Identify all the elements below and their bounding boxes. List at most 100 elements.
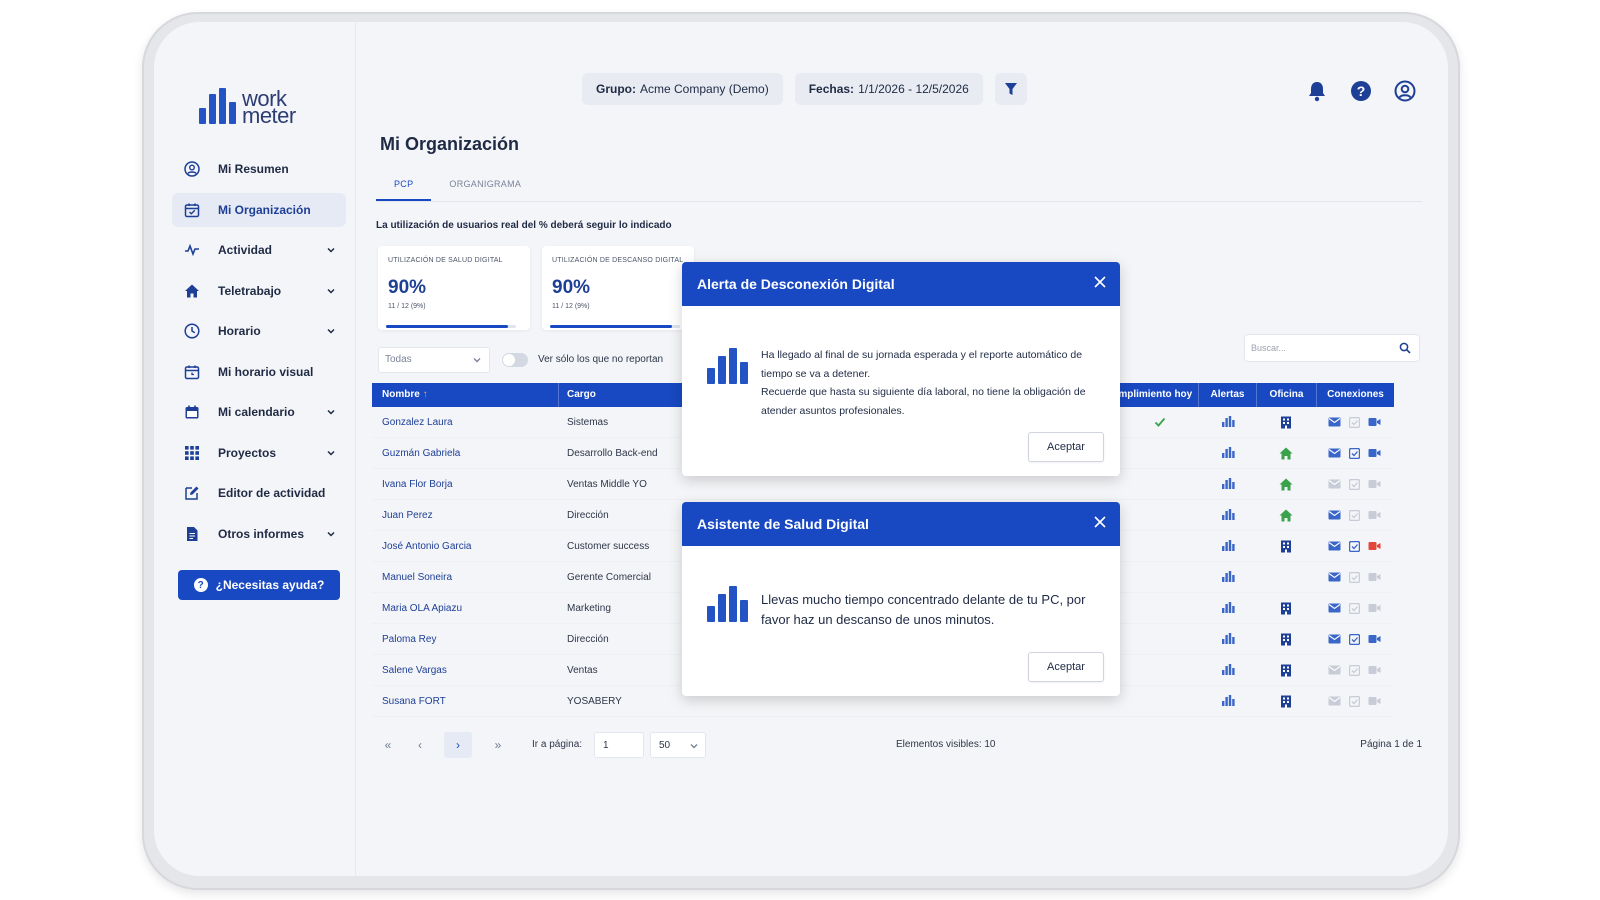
- calendar-check-icon: [184, 202, 200, 218]
- video-connection-icon: [1368, 634, 1381, 647]
- remote-home-icon: [1279, 447, 1293, 463]
- accept-button[interactable]: Aceptar: [1028, 432, 1104, 462]
- status-select[interactable]: Todas: [378, 347, 490, 373]
- sidebar-item-proyectos[interactable]: Proyectos: [172, 436, 346, 470]
- filter-button[interactable]: [994, 73, 1027, 105]
- member-role: Sistemas: [567, 417, 609, 428]
- help-circle-icon[interactable]: ?: [1350, 80, 1372, 102]
- sidebar-item-mi-calendario[interactable]: Mi calendario: [172, 395, 346, 429]
- card-progress-fill: [386, 325, 509, 328]
- sidebar-item-label: Mi calendario: [218, 405, 295, 419]
- check-icon: [1154, 416, 1166, 431]
- bell-icon[interactable]: [1306, 80, 1328, 102]
- goto-page-input[interactable]: 1: [594, 732, 644, 758]
- member-name[interactable]: Paloma Rey: [382, 624, 436, 655]
- close-icon[interactable]: [1094, 516, 1106, 528]
- member-name[interactable]: Ivana Flor Borja: [382, 469, 453, 500]
- email-connection-icon: [1328, 696, 1341, 709]
- sidebar-item-otros-informes[interactable]: Otros informes: [172, 517, 346, 551]
- member-role: Ventas Middle YO: [567, 479, 647, 490]
- dialog-header: Alerta de Desconexión Digital: [682, 262, 1120, 306]
- member-name[interactable]: Maria OLA Apiazu: [382, 593, 462, 624]
- task-connection-icon: [1348, 447, 1361, 462]
- task-connection-icon: [1348, 664, 1361, 679]
- sidebar-item-mi-organizacion[interactable]: Mi Organización: [172, 192, 346, 227]
- member-name[interactable]: Juan Perez: [382, 500, 433, 531]
- sidebar-item-horario[interactable]: Horario: [172, 314, 346, 348]
- alerts-chart-icon[interactable]: [1221, 571, 1235, 586]
- member-role: Ventas: [567, 665, 598, 676]
- col-connections[interactable]: Conexiones: [1316, 383, 1394, 407]
- first-page-button[interactable]: «: [374, 732, 402, 758]
- alerts-chart-icon[interactable]: [1221, 633, 1235, 648]
- goto-page-label: Ir a página:: [532, 739, 583, 750]
- chevron-down-icon: [327, 409, 335, 415]
- activity-icon: [184, 242, 200, 258]
- user-circle-icon: [184, 161, 200, 177]
- app-screen: work meter Mi Resumen Mi Organización Acti…: [154, 22, 1448, 876]
- edit-icon: [184, 485, 200, 501]
- video-connection-icon: [1368, 417, 1381, 430]
- grid-icon: [184, 445, 200, 461]
- card-subtext: 11 / 12 (9%): [388, 303, 426, 310]
- sidebar-item-actividad[interactable]: Actividad: [172, 233, 346, 267]
- header-actions: ?: [1306, 80, 1416, 102]
- member-name[interactable]: Manuel Soneira: [382, 562, 452, 593]
- device-frame: work meter Mi Resumen Mi Organización Acti…: [142, 12, 1460, 890]
- calendar-clock-icon: [184, 364, 200, 380]
- help-button[interactable]: ? ¿Necesitas ayuda?: [178, 570, 340, 600]
- col-role[interactable]: Cargo: [558, 383, 596, 407]
- sidebar-item-mi-resumen[interactable]: Mi Resumen: [172, 152, 346, 186]
- chevron-down-icon: [690, 744, 698, 749]
- alerts-chart-icon[interactable]: [1221, 602, 1235, 617]
- prev-page-button[interactable]: ‹: [406, 732, 434, 758]
- chevron-down-icon: [473, 358, 481, 363]
- group-selector[interactable]: Grupo: Acme Company (Demo): [582, 73, 783, 105]
- email-connection-icon: [1328, 665, 1341, 678]
- sidebar-item-teletrabajo[interactable]: Teletrabajo: [172, 274, 346, 308]
- alerts-chart-icon[interactable]: [1221, 509, 1235, 524]
- alerts-chart-icon[interactable]: [1221, 540, 1235, 555]
- calendar-icon: [184, 404, 200, 420]
- member-name[interactable]: Susana FORT: [382, 686, 446, 717]
- accept-button[interactable]: Aceptar: [1028, 652, 1104, 682]
- alerts-chart-icon[interactable]: [1221, 416, 1235, 431]
- video-connection-icon: [1368, 572, 1381, 585]
- user-account-icon[interactable]: [1394, 80, 1416, 102]
- col-name[interactable]: Nombre ↑: [382, 383, 428, 407]
- close-icon[interactable]: [1094, 276, 1106, 288]
- alerts-chart-icon[interactable]: [1221, 664, 1235, 679]
- sidebar-item-label: Actividad: [218, 243, 273, 257]
- search-input[interactable]: Buscar...: [1244, 334, 1420, 362]
- office-building-icon: [1280, 540, 1292, 556]
- chevron-down-icon: [327, 328, 335, 334]
- tab-organigrama[interactable]: ORGANIGRAMA: [431, 172, 539, 201]
- dialog-title: Asistente de Salud Digital: [697, 516, 869, 532]
- page-of-label: Página 1 de 1: [1360, 739, 1422, 750]
- member-name[interactable]: José Antonio Garcia: [382, 531, 472, 562]
- sidebar-item-mi-horario-visual[interactable]: Mi horario visual: [172, 355, 346, 389]
- task-connection-icon: [1348, 633, 1361, 648]
- sidebar-item-editor-de-actividad[interactable]: Editor de actividad: [172, 476, 346, 510]
- email-connection-icon: [1328, 417, 1341, 430]
- per-page-select[interactable]: 50: [650, 732, 706, 758]
- alerts-chart-icon[interactable]: [1221, 447, 1235, 462]
- col-alerts[interactable]: Alertas: [1198, 383, 1256, 407]
- card-progress-fill: [550, 325, 673, 328]
- next-page-button[interactable]: ›: [444, 732, 472, 758]
- digital-health-dialog: Asistente de Salud Digital Llevas mucho …: [682, 502, 1120, 696]
- last-page-button[interactable]: »: [484, 732, 512, 758]
- workmeter-bars-icon: [707, 348, 748, 384]
- office-building-icon: [1280, 602, 1292, 618]
- tab-pcp[interactable]: PCP: [376, 172, 432, 201]
- dialog-header: Asistente de Salud Digital: [682, 502, 1120, 546]
- alerts-chart-icon[interactable]: [1221, 695, 1235, 710]
- member-name[interactable]: Guzmán Gabriela: [382, 438, 460, 469]
- workmeter-bars-icon: [707, 586, 748, 622]
- date-range-selector[interactable]: Fechas: 1/1/2026 - 12/5/2026: [794, 73, 983, 105]
- member-name[interactable]: Salene Vargas: [382, 655, 447, 686]
- non-reporting-toggle[interactable]: [502, 353, 528, 367]
- alerts-chart-icon[interactable]: [1221, 478, 1235, 493]
- member-name[interactable]: Gonzalez Laura: [382, 407, 453, 438]
- col-office[interactable]: Oficina: [1256, 383, 1316, 407]
